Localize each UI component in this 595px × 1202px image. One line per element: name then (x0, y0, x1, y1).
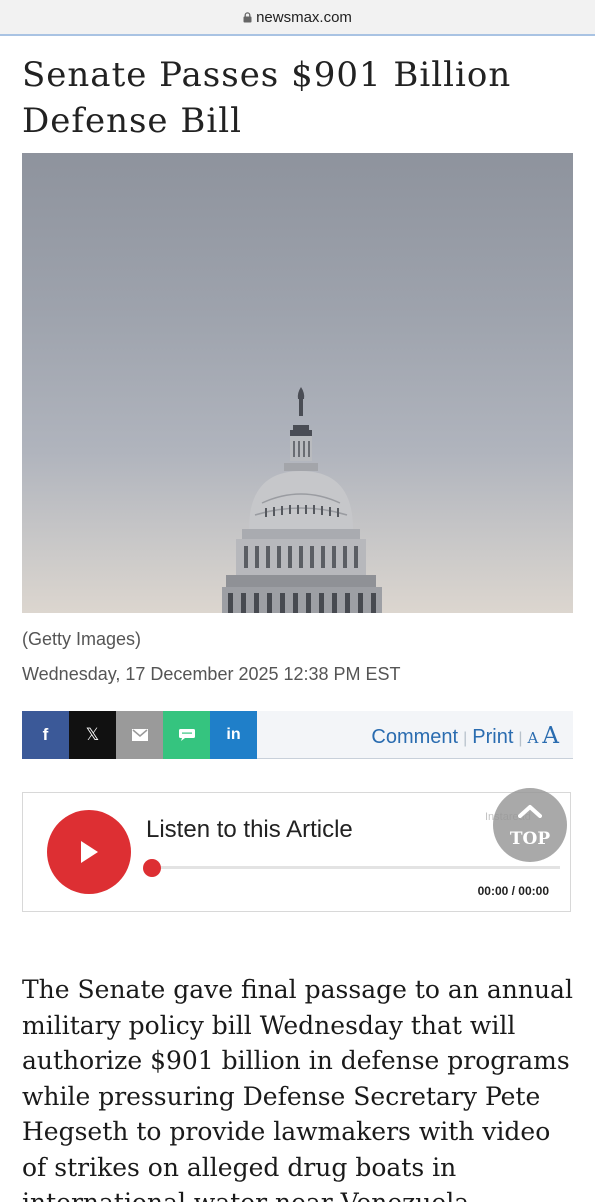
font-decrease-button[interactable]: A (528, 729, 539, 747)
audio-player: Listen to this Article 00:00 / 00:00 Ins… (22, 788, 571, 912)
back-to-top-button[interactable]: TOP (493, 788, 567, 862)
comment-link[interactable]: Comment (371, 726, 458, 748)
article-actions: Comment | Print | A A (371, 723, 559, 749)
divider: | (518, 730, 523, 747)
article-headline: Senate Passes $901 Billion Defense Bill (22, 55, 512, 141)
share-toolbar: f 𝕏 in Comment | Print | A A (22, 711, 573, 759)
back-to-top-label: TOP (509, 829, 551, 849)
play-icon (81, 841, 98, 863)
linkedin-share-button[interactable]: in (210, 711, 257, 759)
image-credit: (Getty Images) (22, 629, 142, 649)
play-button[interactable] (47, 810, 131, 894)
player-title: Listen to this Article (146, 816, 353, 843)
hero-image-capitol-dome (22, 153, 573, 613)
progress-knob[interactable] (143, 859, 161, 877)
playback-time: 00:00 / 00:00 (477, 884, 549, 898)
print-link[interactable]: Print (472, 726, 513, 748)
email-icon (131, 729, 148, 741)
lock-icon (243, 12, 252, 23)
x-icon: 𝕏 (85, 725, 100, 744)
url-display[interactable]: newsmax.com (0, 9, 595, 26)
browser-address-bar[interactable]: newsmax.com (0, 0, 595, 36)
url-text: newsmax.com (256, 9, 352, 26)
chevron-up-icon (518, 805, 542, 818)
divider: | (463, 730, 468, 747)
facebook-icon: f (42, 725, 49, 744)
sms-icon (178, 729, 195, 741)
font-increase-button[interactable]: A (542, 723, 559, 749)
article-date: Wednesday, 17 December 2025 12:38 PM EST (22, 664, 401, 684)
x-share-button[interactable]: 𝕏 (69, 711, 116, 759)
article-body: The Senate gave final passage to an annu… (22, 975, 573, 1202)
email-share-button[interactable] (116, 711, 163, 759)
facebook-share-button[interactable]: f (22, 711, 69, 759)
progress-track[interactable] (148, 866, 560, 869)
linkedin-icon: in (226, 726, 241, 743)
sms-share-button[interactable] (163, 711, 210, 759)
